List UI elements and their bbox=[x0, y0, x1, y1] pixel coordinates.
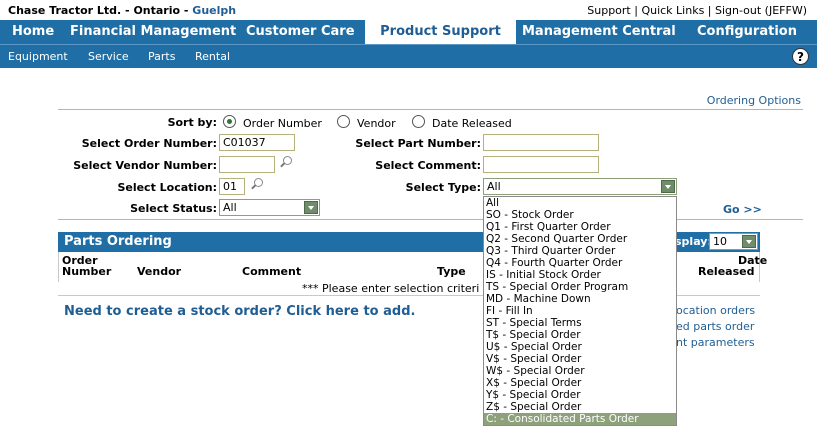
type-option[interactable]: W$ - Special Order bbox=[484, 365, 676, 377]
type-option[interactable]: SO - Stock Order bbox=[484, 209, 676, 221]
col-comment[interactable]: Comment bbox=[242, 266, 301, 278]
type-option[interactable]: Q3 - Third Quarter Order bbox=[484, 245, 676, 257]
location-name: Guelph bbox=[192, 4, 237, 17]
part-number-input[interactable] bbox=[483, 134, 599, 151]
sort-order-number-radio[interactable] bbox=[223, 115, 236, 128]
type-option[interactable]: IS - Initial Stock Order bbox=[484, 269, 676, 281]
side-link-parameters[interactable]: nt parameters bbox=[676, 336, 755, 349]
col-number[interactable]: Number bbox=[62, 266, 111, 278]
main-nav: Home Financial Management Customer Care … bbox=[0, 20, 817, 44]
sort-date-released-label: Date Released bbox=[432, 117, 512, 130]
type-option[interactable]: All bbox=[484, 197, 676, 209]
sort-order-number-label: Order Number bbox=[243, 117, 322, 130]
side-link-location-orders[interactable]: ocation orders bbox=[676, 304, 755, 317]
help-icon[interactable]: ? bbox=[792, 48, 809, 65]
nav-home[interactable]: Home bbox=[12, 20, 54, 44]
type-option[interactable]: ST - Special Terms bbox=[484, 317, 676, 329]
vendor-number-label: Select Vendor Number: bbox=[73, 159, 217, 172]
sub-nav: Equipment Service Parts Rental ? bbox=[0, 44, 817, 68]
type-option[interactable]: T$ - Special Order bbox=[484, 329, 676, 341]
panel-title: Parts Ordering bbox=[64, 234, 172, 249]
type-option[interactable]: U$ - Special Order bbox=[484, 341, 676, 353]
status-select[interactable]: All bbox=[219, 199, 320, 216]
sort-vendor-radio[interactable] bbox=[337, 115, 350, 128]
col-type[interactable]: Type bbox=[437, 266, 466, 278]
chevron-down-icon[interactable] bbox=[304, 201, 318, 214]
type-option[interactable]: TS - Special Order Program bbox=[484, 281, 676, 293]
go-button[interactable]: Go >> bbox=[723, 203, 762, 216]
col-vendor[interactable]: Vendor bbox=[137, 266, 181, 278]
type-option[interactable]: X$ - Special Order bbox=[484, 377, 676, 389]
divider bbox=[58, 219, 803, 220]
type-label: Select Type: bbox=[405, 181, 481, 194]
no-results-message: *** Please enter selection criteri bbox=[302, 282, 480, 295]
ordering-options-link[interactable]: Ordering Options bbox=[707, 94, 801, 107]
subnav-parts[interactable]: Parts bbox=[148, 50, 175, 63]
create-stock-order-link[interactable]: Need to create a stock order? Click here… bbox=[64, 304, 415, 319]
subnav-service[interactable]: Service bbox=[88, 50, 129, 63]
company-name: Chase Tractor Ltd. - Ontario - Guelph bbox=[8, 4, 236, 17]
nav-customer-care[interactable]: Customer Care bbox=[246, 20, 355, 44]
type-select-value: All bbox=[487, 180, 501, 193]
comment-label: Select Comment: bbox=[375, 159, 481, 172]
type-option[interactable]: Y$ - Special Order bbox=[484, 389, 676, 401]
order-number-label: Select Order Number: bbox=[81, 137, 217, 150]
type-option[interactable]: Q2 - Second Quarter Order bbox=[484, 233, 676, 245]
company-label: Chase Tractor Ltd. - Ontario - bbox=[8, 4, 193, 17]
nav-product-support[interactable]: Product Support bbox=[365, 20, 516, 44]
type-option[interactable]: C: - Consolidated Parts Order bbox=[484, 413, 676, 425]
sort-by-label: Sort by: bbox=[167, 116, 217, 129]
vendor-number-input[interactable] bbox=[219, 156, 275, 173]
comment-input[interactable] bbox=[483, 156, 599, 173]
status-select-value: All bbox=[223, 201, 237, 214]
nav-financial-management[interactable]: Financial Management bbox=[70, 20, 236, 44]
type-dropdown-list[interactable]: All SO - Stock Order Q1 - First Quarter Or… bbox=[483, 196, 677, 426]
nav-management-central[interactable]: Management Central bbox=[522, 20, 676, 44]
order-number-input[interactable]: C01037 bbox=[219, 134, 295, 151]
col-released[interactable]: Released bbox=[698, 266, 754, 278]
subnav-rental[interactable]: Rental bbox=[195, 50, 230, 63]
top-links[interactable]: Support | Quick Links | Sign-out (JEFFW) bbox=[587, 4, 807, 17]
location-search-icon[interactable] bbox=[250, 178, 264, 192]
top-bar: Chase Tractor Ltd. - Ontario - Guelph Su… bbox=[0, 0, 817, 20]
display-count-value: 10 bbox=[713, 235, 727, 248]
type-option[interactable]: Q4 - Fourth Quarter Order bbox=[484, 257, 676, 269]
type-option[interactable]: FI - Fill In bbox=[484, 305, 676, 317]
type-option[interactable]: Q1 - First Quarter Order bbox=[484, 221, 676, 233]
subnav-equipment[interactable]: Equipment bbox=[8, 50, 68, 63]
display-count-select[interactable]: 10 bbox=[709, 233, 758, 250]
divider bbox=[58, 109, 803, 110]
chevron-down-icon[interactable] bbox=[742, 235, 756, 248]
type-option[interactable]: Z$ - Special Order bbox=[484, 401, 676, 413]
location-label: Select Location: bbox=[117, 181, 217, 194]
type-select[interactable]: All bbox=[483, 178, 677, 195]
display-label: splay: bbox=[675, 235, 712, 248]
type-option[interactable]: V$ - Special Order bbox=[484, 353, 676, 365]
sort-vendor-label: Vendor bbox=[357, 117, 396, 130]
vendor-search-icon[interactable] bbox=[279, 156, 293, 170]
location-input[interactable]: 01 bbox=[219, 178, 245, 195]
status-label: Select Status: bbox=[130, 202, 217, 215]
part-number-label: Select Part Number: bbox=[355, 137, 481, 150]
chevron-down-icon[interactable] bbox=[661, 180, 675, 193]
side-link-parts-order[interactable]: ed parts order bbox=[676, 320, 754, 333]
nav-configuration[interactable]: Configuration bbox=[697, 20, 797, 44]
sort-date-released-radio[interactable] bbox=[412, 115, 425, 128]
type-option[interactable]: MD - Machine Down bbox=[484, 293, 676, 305]
